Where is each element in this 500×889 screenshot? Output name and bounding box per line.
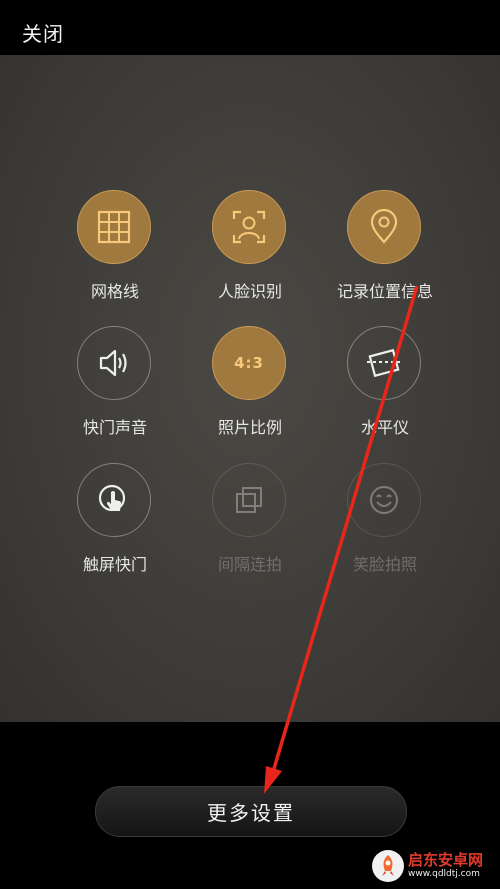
record-location-toggle[interactable] — [347, 190, 421, 264]
setting-label: 人脸识别 — [217, 282, 282, 301]
smile-shot-toggle — [347, 463, 421, 537]
face-detection-toggle[interactable] — [212, 190, 286, 264]
setting-label: 记录位置信息 — [336, 282, 433, 301]
more-settings-button[interactable]: 更多设置 — [95, 786, 407, 837]
rocket-icon — [382, 855, 394, 876]
touch-shutter-toggle[interactable] — [77, 463, 151, 537]
watermark-title: 启东安卓网 — [408, 851, 484, 869]
grid-icon — [97, 210, 131, 244]
setting-interval-burst: 间隔连拍 — [182, 463, 318, 583]
setting-face-detection[interactable]: 人脸识别 — [182, 190, 318, 310]
touch-shutter-icon — [98, 484, 126, 512]
watermark-url: www.qdldtj.com — [408, 869, 480, 879]
close-button[interactable]: 关闭 — [22, 18, 64, 47]
aspect-ratio-icon: 4:3 — [234, 354, 264, 372]
camera-settings-panel: 网格线 人脸识别 记录位置信息 快门声音 4:3 照片比例 水平仪 触屏快门 间… — [0, 55, 500, 722]
setting-grid-lines[interactable]: 网格线 — [47, 190, 183, 310]
setting-label: 快门声音 — [82, 418, 147, 437]
watermark-text: 启东安卓网 www.qdldtj.com — [408, 853, 483, 879]
interval-burst-toggle — [212, 463, 286, 537]
setting-label: 水平仪 — [360, 418, 409, 437]
location-pin-icon — [370, 209, 398, 244]
face-detect-icon — [232, 210, 266, 244]
setting-record-location[interactable]: 记录位置信息 — [317, 190, 453, 310]
photo-ratio-toggle[interactable]: 4:3 — [212, 326, 286, 400]
setting-shutter-sound[interactable]: 快门声音 — [47, 326, 183, 446]
settings-grid: 网格线 人脸识别 记录位置信息 快门声音 4:3 照片比例 水平仪 触屏快门 间… — [0, 55, 500, 722]
setting-label: 笑脸拍照 — [352, 555, 417, 574]
setting-touch-shutter[interactable]: 触屏快门 — [47, 463, 183, 583]
speaker-icon — [99, 349, 127, 377]
watermark: 启东安卓网 www.qdldtj.com — [372, 850, 483, 882]
watermark-logo — [372, 850, 404, 882]
burst-icon — [236, 487, 262, 513]
shutter-sound-toggle[interactable] — [77, 326, 151, 400]
top-bar: 关闭 — [0, 0, 500, 55]
setting-label: 照片比例 — [217, 418, 282, 437]
setting-smile-shot: 笑脸拍照 — [317, 463, 453, 583]
setting-photo-ratio[interactable]: 4:3 照片比例 — [182, 326, 318, 446]
setting-label: 间隔连拍 — [217, 555, 282, 574]
level-icon — [367, 348, 401, 378]
setting-label: 触屏快门 — [82, 555, 147, 574]
setting-level[interactable]: 水平仪 — [317, 326, 453, 446]
level-toggle[interactable] — [347, 326, 421, 400]
smile-icon — [370, 486, 398, 514]
setting-label: 网格线 — [90, 282, 139, 301]
grid-lines-toggle[interactable] — [77, 190, 151, 264]
